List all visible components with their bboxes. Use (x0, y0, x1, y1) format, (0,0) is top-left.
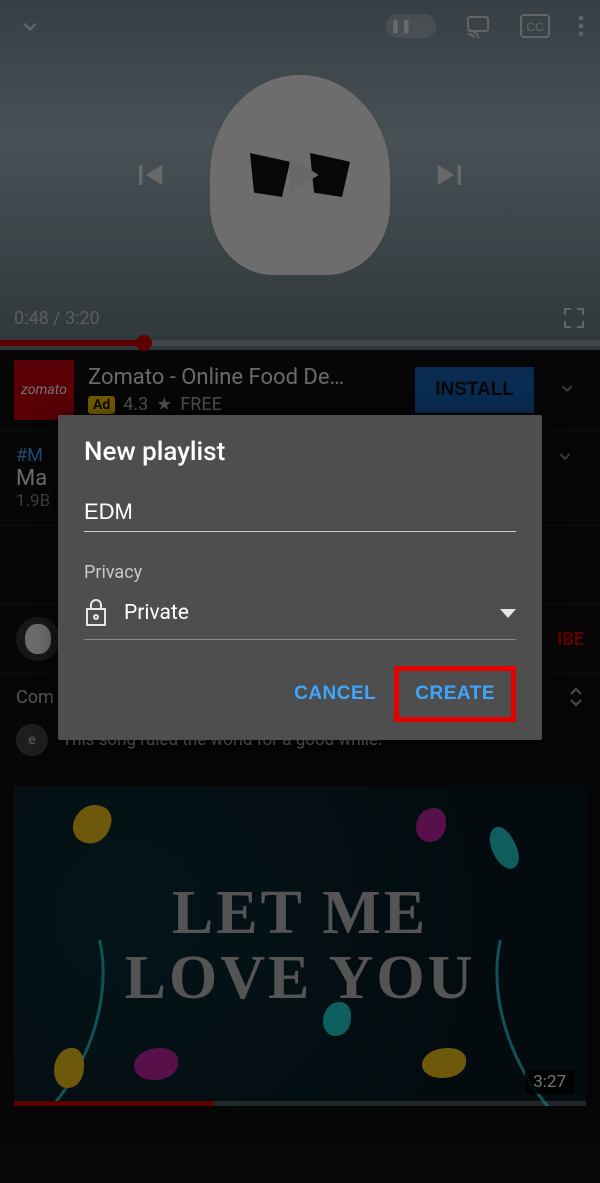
create-button[interactable]: CREATE (401, 673, 509, 715)
playlist-name-input[interactable] (84, 493, 516, 532)
privacy-label: Privacy (84, 562, 516, 583)
tutorial-highlight: CREATE (394, 666, 516, 722)
chevron-down-icon (500, 609, 516, 618)
privacy-value: Private (124, 601, 484, 625)
cancel-button[interactable]: CANCEL (280, 666, 390, 722)
lock-icon (84, 599, 108, 627)
dialog-title: New playlist (84, 437, 516, 467)
privacy-dropdown[interactable]: Private (84, 587, 516, 640)
new-playlist-dialog: New playlist Privacy Private CANCEL CREA… (58, 415, 542, 740)
